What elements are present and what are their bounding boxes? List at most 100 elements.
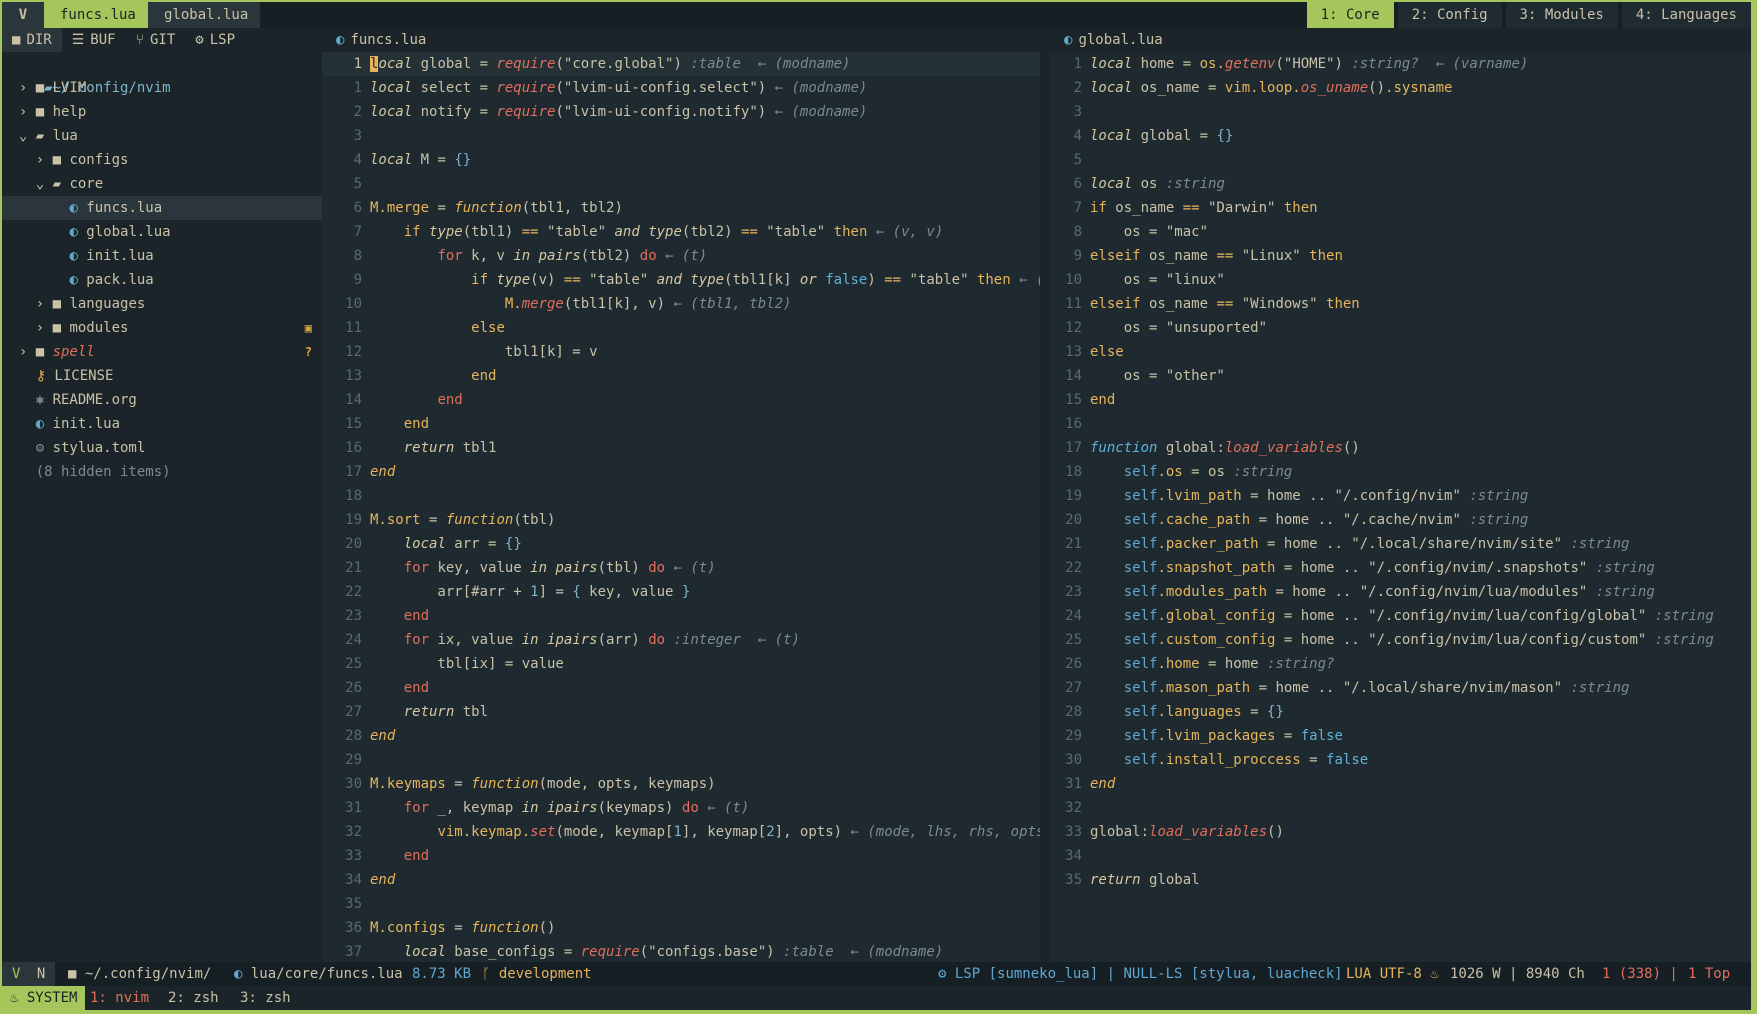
code-text[interactable]: return tbl1: [370, 436, 497, 460]
code-text[interactable]: local notify = require("lvim-ui-config.n…: [370, 100, 867, 124]
code-text[interactable]: end: [370, 460, 395, 484]
code-line[interactable]: 17 end: [322, 460, 1040, 484]
tree-item[interactable]: ⌄ ▰ lua: [2, 124, 322, 148]
tree-item[interactable]: ◐ pack.lua: [2, 268, 322, 292]
code-line[interactable]: 37 local base_configs = require("configs…: [322, 940, 1040, 962]
code-line[interactable]: 10 M.merge(tbl1[k], v) ← (tbl1, tbl2): [322, 292, 1040, 316]
code-text[interactable]: if type(v) == "table" and type(tbl1[k] o…: [370, 268, 1040, 292]
tmux-window-3[interactable]: 3: zsh: [240, 986, 291, 1010]
code-line[interactable]: 31 for _, keymap in ipairs(keymaps) do ←…: [322, 796, 1040, 820]
code-text[interactable]: self.modules_path = home .. "/.config/nv…: [1090, 580, 1655, 604]
code-line[interactable]: 36 M.configs = function(): [322, 916, 1040, 940]
tree-item[interactable]: ◐ funcs.lua: [2, 196, 322, 220]
workspace-tab-config[interactable]: 2: Config: [1397, 2, 1502, 28]
tab-lsp[interactable]: ⚙ LSP: [185, 28, 245, 52]
code-line[interactable]: 7 if os_name == "Darwin" then: [1050, 196, 1751, 220]
code-line[interactable]: 13 else: [1050, 340, 1751, 364]
editor-pane-global[interactable]: ◐ global.lua 1 local home = os.getenv("HO…: [1050, 28, 1751, 962]
chevron-right-icon[interactable]: ›: [19, 80, 36, 96]
code-line[interactable]: 14 end: [322, 388, 1040, 412]
code-line[interactable]: 9 elseif os_name == "Linux" then: [1050, 244, 1751, 268]
code-text[interactable]: local arr = {}: [370, 532, 522, 556]
code-text[interactable]: os = "other": [1090, 364, 1225, 388]
code-line[interactable]: 12 os = "unsuported": [1050, 316, 1751, 340]
workspace-tab-languages[interactable]: 4: Languages: [1621, 2, 1751, 28]
code-line[interactable]: 1 local select = require("lvim-ui-config.…: [322, 76, 1040, 100]
tab-buf[interactable]: ☰ BUF: [62, 28, 126, 52]
code-line[interactable]: 30 M.keymaps = function(mode, opts, keyma…: [322, 772, 1040, 796]
workspace-tab-core[interactable]: 1: Core: [1306, 2, 1394, 28]
code-text[interactable]: tbl[ix] = value: [370, 652, 563, 676]
code-text[interactable]: self.lvim_packages = false: [1090, 724, 1343, 748]
code-text[interactable]: end: [370, 724, 395, 748]
code-text[interactable]: if type(tbl1) == "table" and type(tbl2) …: [370, 220, 944, 244]
tree-item[interactable]: (8 hidden items): [2, 460, 322, 484]
code-text[interactable]: for key, value in pairs(tbl) do ← (t): [370, 556, 716, 580]
code-line[interactable]: 19 self.lvim_path = home .. "/.config/nv…: [1050, 484, 1751, 508]
code-line[interactable]: 15 end: [322, 412, 1040, 436]
code-text[interactable]: self.packer_path = home .. "/.local/shar…: [1090, 532, 1630, 556]
tree-item[interactable]: › ■ LVIM: [2, 76, 322, 100]
buffer-tab-global[interactable]: global.lua: [148, 2, 260, 28]
code-line[interactable]: 32: [1050, 796, 1751, 820]
code-text[interactable]: end: [370, 388, 462, 412]
code-text[interactable]: vim.keymap.set(mode, keymap[1], keymap[2…: [370, 820, 1040, 844]
chevron-down-icon[interactable]: ⌄: [19, 128, 36, 144]
code-line[interactable]: 29: [322, 748, 1040, 772]
code-text[interactable]: self.lvim_path = home .. "/.config/nvim"…: [1090, 484, 1529, 508]
code-line[interactable]: 12 tbl1[k] = v: [322, 340, 1040, 364]
code-line[interactable]: 10 os = "linux": [1050, 268, 1751, 292]
code-line[interactable]: 26 end: [322, 676, 1040, 700]
code-line[interactable]: 17 function global:load_variables(): [1050, 436, 1751, 460]
code-line[interactable]: 3: [322, 124, 1040, 148]
tree-item[interactable]: ⚷ LICENSE: [2, 364, 322, 388]
workspace-tab-modules[interactable]: 3: Modules: [1505, 2, 1618, 28]
code-line[interactable]: 11 elseif os_name == "Windows" then: [1050, 292, 1751, 316]
code-line[interactable]: 9 if type(v) == "table" and type(tbl1[k]…: [322, 268, 1040, 292]
code-text[interactable]: for _, keymap in ipairs(keymaps) do ← (t…: [370, 796, 750, 820]
code-line[interactable]: 16 return tbl1: [322, 436, 1040, 460]
code-line[interactable]: 14 os = "other": [1050, 364, 1751, 388]
code-line[interactable]: 4 local global = {}: [1050, 124, 1751, 148]
code-line[interactable]: 6 local os :string: [1050, 172, 1751, 196]
tree-item[interactable]: › ■ help: [2, 100, 322, 124]
code-line[interactable]: 24 for ix, value in ipairs(arr) do :inte…: [322, 628, 1040, 652]
chevron-right-icon[interactable]: ›: [19, 344, 36, 360]
code-line[interactable]: 2 local os_name = vim.loop.os_uname().sys…: [1050, 76, 1751, 100]
code-line[interactable]: 35: [322, 892, 1040, 916]
code-text[interactable]: for k, v in pairs(tbl2) do ← (t): [370, 244, 707, 268]
code-text[interactable]: M.sort = function(tbl): [370, 508, 555, 532]
tmux-window-1[interactable]: 1: nvim: [90, 986, 149, 1010]
code-text[interactable]: end: [370, 676, 429, 700]
code-line[interactable]: 24 self.global_config = home .. "/.confi…: [1050, 604, 1751, 628]
code-line[interactable]: 22 self.snapshot_path = home .. "/.confi…: [1050, 556, 1751, 580]
code-line[interactable]: 18 self.os = os :string: [1050, 460, 1751, 484]
code-text[interactable]: self.install_proccess = false: [1090, 748, 1368, 772]
code-text[interactable]: else: [1090, 340, 1124, 364]
tree-item[interactable]: ◐ init.lua: [2, 244, 322, 268]
tree-item[interactable]: › ■ languages: [2, 292, 322, 316]
code-line[interactable]: 1 local home = os.getenv("HOME") :string?…: [1050, 52, 1751, 76]
tree-item[interactable]: › ■ spell?: [2, 340, 322, 364]
code-line[interactable]: 35 return global: [1050, 868, 1751, 892]
code-line[interactable]: 22 arr[#arr + 1] = { key, value }: [322, 580, 1040, 604]
code-text[interactable]: return global: [1090, 868, 1200, 892]
code-text[interactable]: local select = require("lvim-ui-config.s…: [370, 76, 867, 100]
code-text[interactable]: elseif os_name == "Windows" then: [1090, 292, 1360, 316]
code-text[interactable]: function global:load_variables(): [1090, 436, 1360, 460]
code-text[interactable]: self.custom_config = home .. "/.config/n…: [1090, 628, 1714, 652]
code-text[interactable]: os = "linux": [1090, 268, 1225, 292]
code-area[interactable]: 1 local global = require("core.global") :…: [322, 52, 1040, 962]
code-text[interactable]: return tbl: [370, 700, 488, 724]
chevron-right-icon[interactable]: ›: [36, 152, 53, 168]
tree-root[interactable]: ▰~/.config/nvim: [2, 52, 322, 96]
code-line[interactable]: 33 global:load_variables(): [1050, 820, 1751, 844]
code-text[interactable]: end: [370, 604, 429, 628]
code-line[interactable]: 33 end: [322, 844, 1040, 868]
tab-git[interactable]: ⑂ GIT: [126, 28, 186, 52]
code-text[interactable]: local home = os.getenv("HOME") :string? …: [1090, 52, 1528, 76]
code-line[interactable]: 13 end: [322, 364, 1040, 388]
code-text[interactable]: self.os = os :string: [1090, 460, 1293, 484]
chevron-right-icon[interactable]: ›: [36, 296, 53, 312]
code-line[interactable]: 23 self.modules_path = home .. "/.config…: [1050, 580, 1751, 604]
